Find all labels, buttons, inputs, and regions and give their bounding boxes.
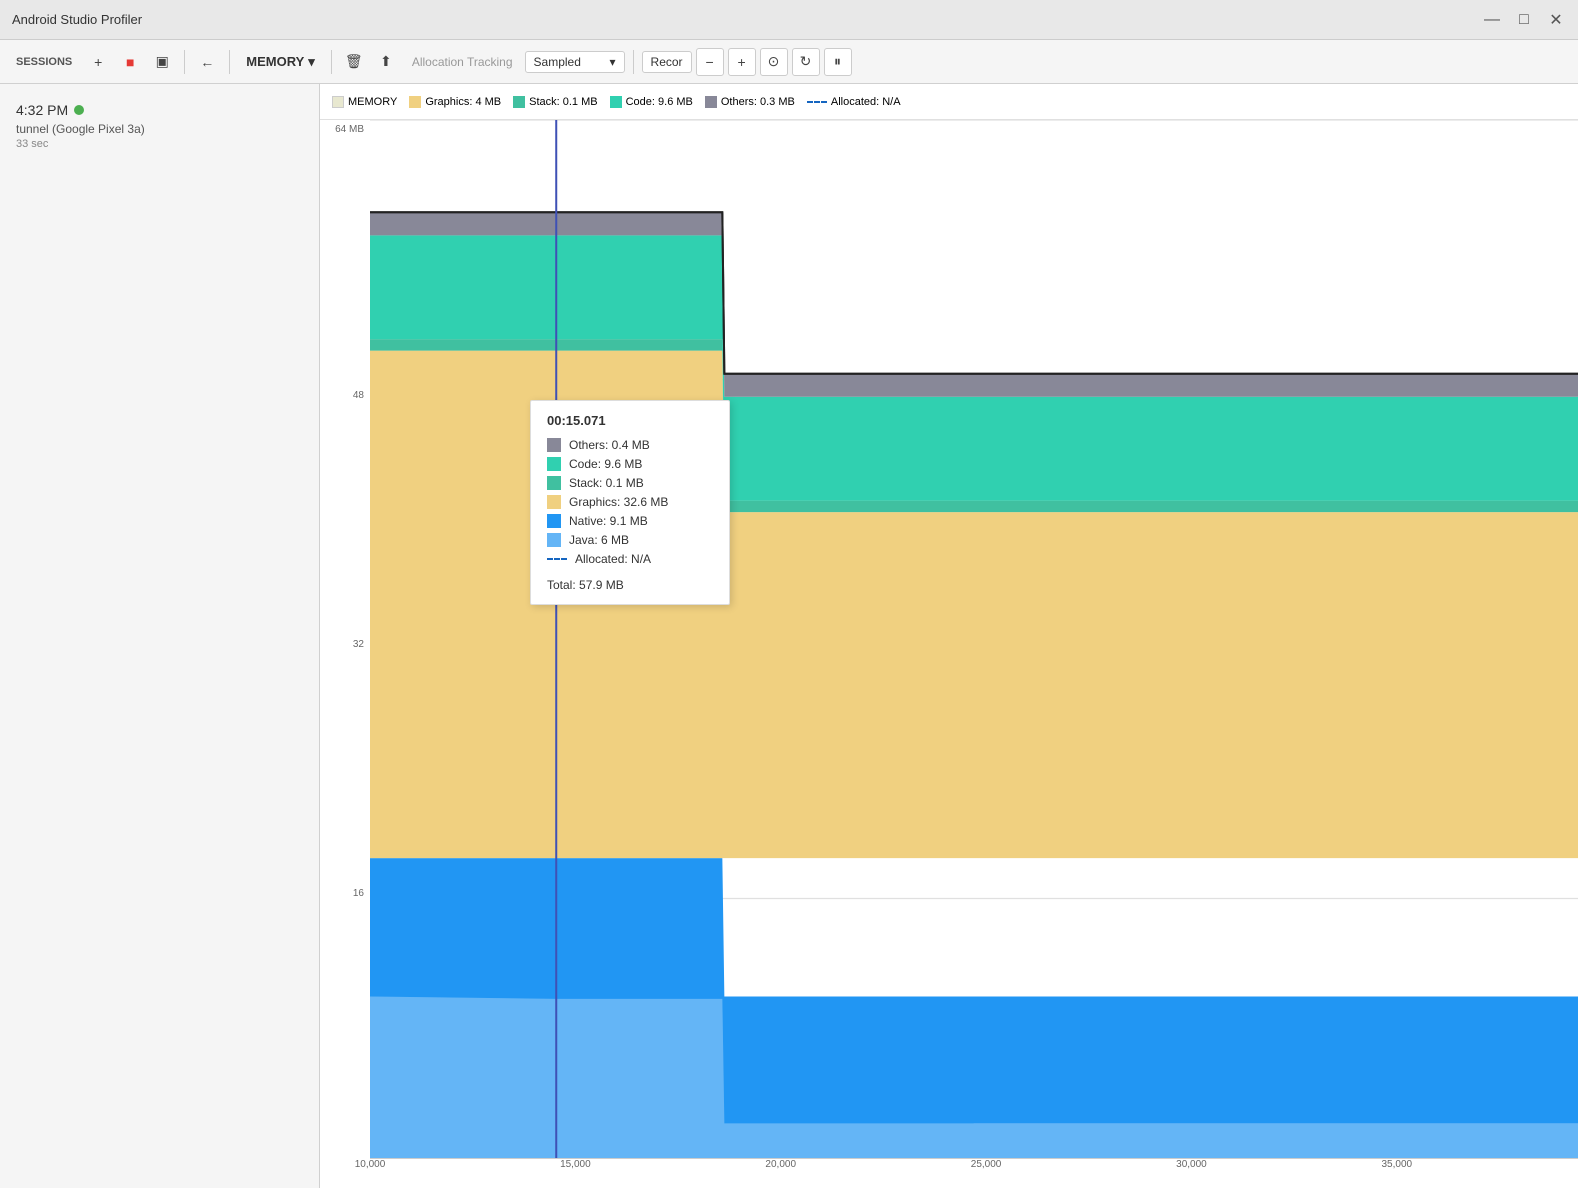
toolbar-divider-2: [229, 50, 230, 74]
memory-label: MEMORY: [246, 54, 304, 69]
toolbar-divider-4: [633, 50, 634, 74]
maximize-button[interactable]: □: [1514, 10, 1534, 30]
legend-graphics-color: [409, 96, 421, 108]
legend-stack-label: Stack: 0.1 MB: [529, 96, 597, 108]
toolbar: SESSIONS + ■ ▣ ← MEMORY ▾ 🗑 ⬆ Allocation…: [0, 40, 1578, 84]
legend-memory: MEMORY: [332, 96, 397, 108]
legend-stack: Stack: 0.1 MB: [513, 96, 597, 108]
zoom-in-button[interactable]: +: [728, 48, 756, 76]
back-button[interactable]: ←: [193, 48, 221, 76]
legend-others-label: Others: 0.3 MB: [721, 96, 795, 108]
legend-allocated-label: Allocated: N/A: [831, 96, 901, 108]
tooltip-graphics-row: Graphics: 32.6 MB: [547, 495, 713, 509]
session-time-text: 4:32 PM: [16, 102, 68, 118]
y-label-64: 64 MB: [335, 124, 364, 135]
session-device: tunnel (Google Pixel 3a): [16, 122, 303, 136]
pause-button[interactable]: ⏸: [824, 48, 852, 76]
tooltip-others-swatch: [547, 438, 561, 452]
app-title: Android Studio Profiler: [12, 12, 142, 27]
legend-allocated-color: [807, 101, 827, 103]
y-label-48: 48: [353, 390, 364, 401]
tooltip-stack-swatch: [547, 476, 561, 490]
legend-code-color: [610, 96, 622, 108]
tooltip-native-label: Native: 9.1 MB: [569, 514, 648, 528]
session-duration: 33 sec: [16, 138, 303, 150]
sampled-dropdown[interactable]: Sampled ▾: [525, 51, 625, 73]
legend-graphics-label: Graphics: 4 MB: [425, 96, 501, 108]
add-session-button[interactable]: +: [84, 48, 112, 76]
sidebar: 4:32 PM tunnel (Google Pixel 3a) 33 sec: [0, 84, 320, 1188]
export-button[interactable]: ⬆: [372, 48, 400, 76]
tooltip-java-swatch: [547, 533, 561, 547]
y-axis: 64 MB 48 32 16: [320, 120, 370, 1158]
tooltip-others-label: Others: 0.4 MB: [569, 438, 650, 452]
tooltip-allocated-row: Allocated: N/A: [547, 552, 713, 566]
allocation-tracking-label: Allocation Tracking: [404, 55, 521, 69]
minimize-button[interactable]: —: [1482, 10, 1502, 30]
chart-canvas[interactable]: 64 MB 48 32 16: [320, 120, 1578, 1188]
delete-button[interactable]: 🗑: [340, 48, 368, 76]
chart-area[interactable]: MEMORY Graphics: 4 MB Stack: 0.1 MB Code…: [320, 84, 1578, 1188]
title-bar: Android Studio Profiler — □ ✕: [0, 0, 1578, 40]
refresh-button[interactable]: ↻: [792, 48, 820, 76]
memory-chevron-icon: ▾: [308, 54, 315, 70]
tooltip-native-row: Native: 9.1 MB: [547, 514, 713, 528]
memory-button[interactable]: MEMORY ▾: [238, 50, 323, 74]
tooltip-java-row: Java: 6 MB: [547, 533, 713, 547]
tooltip-java-label: Java: 6 MB: [569, 533, 629, 547]
legend-stack-color: [513, 96, 525, 108]
stop-button[interactable]: ■: [116, 48, 144, 76]
recording-indicator: [74, 105, 84, 115]
toolbar-divider-3: [331, 50, 332, 74]
record-button[interactable]: Recor: [642, 51, 692, 73]
legend-graphics: Graphics: 4 MB: [409, 96, 501, 108]
legend-memory-color: [332, 96, 344, 108]
tooltip-allocated-label: Allocated: N/A: [575, 552, 651, 566]
memory-chart-svg[interactable]: [370, 120, 1578, 1158]
legend-code: Code: 9.6 MB: [610, 96, 693, 108]
session-time: 4:32 PM: [16, 102, 303, 118]
tooltip-code-label: Code: 9.6 MB: [569, 457, 642, 471]
legend-code-label: Code: 9.6 MB: [626, 96, 693, 108]
tooltip-stack-label: Stack: 0.1 MB: [569, 476, 644, 490]
tooltip-native-swatch: [547, 514, 561, 528]
tooltip-stack-row: Stack: 0.1 MB: [547, 476, 713, 490]
tooltip-graphics-swatch: [547, 495, 561, 509]
legend-allocated: Allocated: N/A: [807, 96, 901, 108]
record-label: Recor: [651, 55, 683, 69]
time-30000: 30,000: [1176, 1159, 1207, 1170]
session-item[interactable]: 4:32 PM tunnel (Google Pixel 3a) 33 sec: [12, 96, 307, 156]
sessions-label: SESSIONS: [8, 56, 80, 68]
tooltip-others-row: Others: 0.4 MB: [547, 438, 713, 452]
tooltip-time: 00:15.071: [547, 413, 713, 428]
time-20000: 20,000: [765, 1159, 796, 1170]
main-layout: 4:32 PM tunnel (Google Pixel 3a) 33 sec …: [0, 84, 1578, 1188]
split-button[interactable]: ▣: [148, 48, 176, 76]
time-axis: 10,000 15,000 20,000 25,000 30,000 35,00…: [370, 1158, 1578, 1188]
tooltip-allocated-swatch: [547, 558, 567, 560]
legend-memory-label: MEMORY: [348, 96, 397, 108]
legend-bar: MEMORY Graphics: 4 MB Stack: 0.1 MB Code…: [320, 84, 1578, 120]
y-label-32: 32: [353, 639, 364, 650]
toolbar-divider-1: [184, 50, 185, 74]
tooltip-graphics-label: Graphics: 32.6 MB: [569, 495, 668, 509]
tooltip-code-row: Code: 9.6 MB: [547, 457, 713, 471]
zoom-out-button[interactable]: −: [696, 48, 724, 76]
close-button[interactable]: ✕: [1546, 10, 1566, 30]
sampled-chevron-icon: ▾: [610, 55, 616, 69]
zoom-fit-button[interactable]: ⊙: [760, 48, 788, 76]
time-35000: 35,000: [1382, 1159, 1413, 1170]
legend-others-color: [705, 96, 717, 108]
time-15000: 15,000: [560, 1159, 591, 1170]
tooltip: 00:15.071 Others: 0.4 MB Code: 9.6 MB St…: [530, 400, 730, 605]
tooltip-code-swatch: [547, 457, 561, 471]
legend-others: Others: 0.3 MB: [705, 96, 795, 108]
time-25000: 25,000: [971, 1159, 1002, 1170]
tooltip-total: Total: 57.9 MB: [547, 574, 713, 592]
y-label-16: 16: [353, 888, 364, 899]
time-10000: 10,000: [355, 1159, 386, 1170]
sampled-label: Sampled: [534, 55, 581, 69]
